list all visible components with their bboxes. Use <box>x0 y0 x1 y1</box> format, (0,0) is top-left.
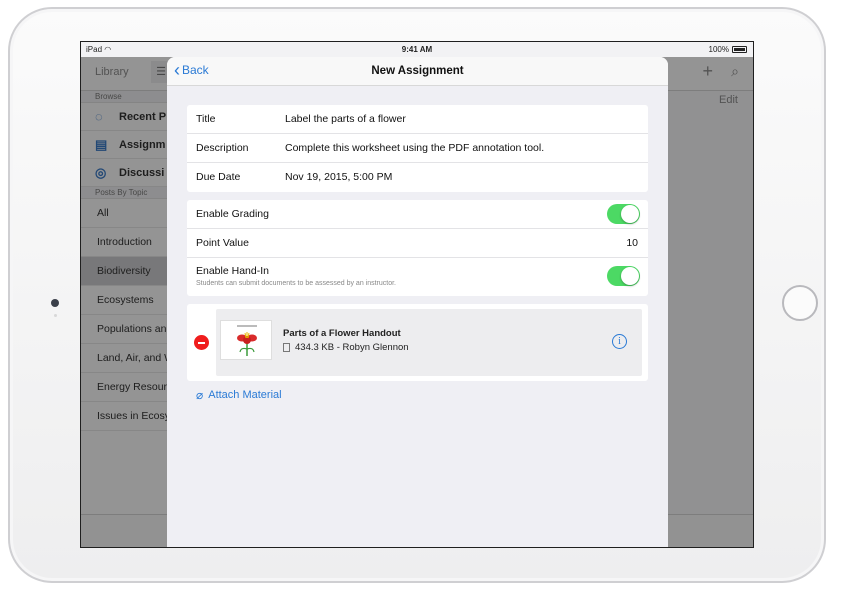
sensor <box>54 314 57 317</box>
due-date-field[interactable]: Nov 19, 2015, 5:00 PM <box>285 171 392 183</box>
description-label: Description <box>196 142 249 154</box>
flower-icon <box>237 332 257 356</box>
grading-group: Enable Grading Point Value 10 Enable Han… <box>187 200 648 296</box>
details-group: Title Label the parts of a flower Descri… <box>187 105 648 192</box>
battery-icon <box>732 46 747 53</box>
modal-nav-bar: ‹ Back New Assignment <box>167 57 668 86</box>
paperclip-icon: ⌀ <box>196 388 204 402</box>
remove-attachment-button[interactable] <box>194 335 209 350</box>
thumbnail-text <box>237 325 257 327</box>
attach-material-button[interactable]: ⌀ Attach Material <box>196 388 282 402</box>
point-value-label: Point Value <box>196 237 249 249</box>
status-bar: iPad ◠ 9:41 AM 100% <box>81 42 753 57</box>
due-date-label: Due Date <box>196 171 241 183</box>
enable-grading-toggle[interactable] <box>607 204 640 224</box>
battery-percent: 100% <box>708 45 729 54</box>
document-icon <box>283 343 290 352</box>
camera-icon <box>51 299 59 307</box>
attachment-group: Parts of a Flower Handout 434.3 KB - Rob… <box>187 304 648 381</box>
title-label: Title <box>196 113 216 125</box>
hand-in-row: Enable Hand-In Students can submit docum… <box>187 258 648 296</box>
new-assignment-modal: ‹ Back New Assignment Title Label the pa… <box>167 57 668 547</box>
point-value-row[interactable]: Point Value 10 <box>187 229 648 258</box>
modal-title: New Assignment <box>371 65 464 77</box>
attachment-name: Parts of a Flower Handout <box>283 328 401 339</box>
toggle-knob <box>621 205 639 223</box>
enable-grading-label: Enable Grading <box>196 208 269 220</box>
screen: iPad ◠ 9:41 AM 100% Library ☰ + ⌕ Edit B… <box>80 41 754 548</box>
title-field[interactable]: Label the parts of a flower <box>285 113 406 125</box>
battery-status: 100% <box>709 45 747 54</box>
clock: 9:41 AM <box>401 45 433 54</box>
info-icon[interactable]: i <box>612 334 627 349</box>
hand-in-toggle[interactable] <box>607 266 640 286</box>
attachment-thumbnail <box>220 320 272 360</box>
description-row[interactable]: Description Complete this worksheet usin… <box>187 134 648 163</box>
hand-in-description: Students can submit documents to be asse… <box>196 280 396 287</box>
due-date-row[interactable]: Due Date Nov 19, 2015, 5:00 PM <box>187 163 648 192</box>
point-value-field[interactable]: 10 <box>626 237 638 249</box>
hand-in-label: Enable Hand-In <box>196 265 269 277</box>
description-field[interactable]: Complete this worksheet using the PDF an… <box>285 142 544 154</box>
attachment-meta: 434.3 KB - Robyn Glennon <box>283 342 409 353</box>
home-button[interactable] <box>782 285 818 321</box>
enable-grading-row: Enable Grading <box>187 200 648 229</box>
attachment-card[interactable]: Parts of a Flower Handout 434.3 KB - Rob… <box>216 309 642 376</box>
toggle-knob <box>621 267 639 285</box>
title-row[interactable]: Title Label the parts of a flower <box>187 105 648 134</box>
